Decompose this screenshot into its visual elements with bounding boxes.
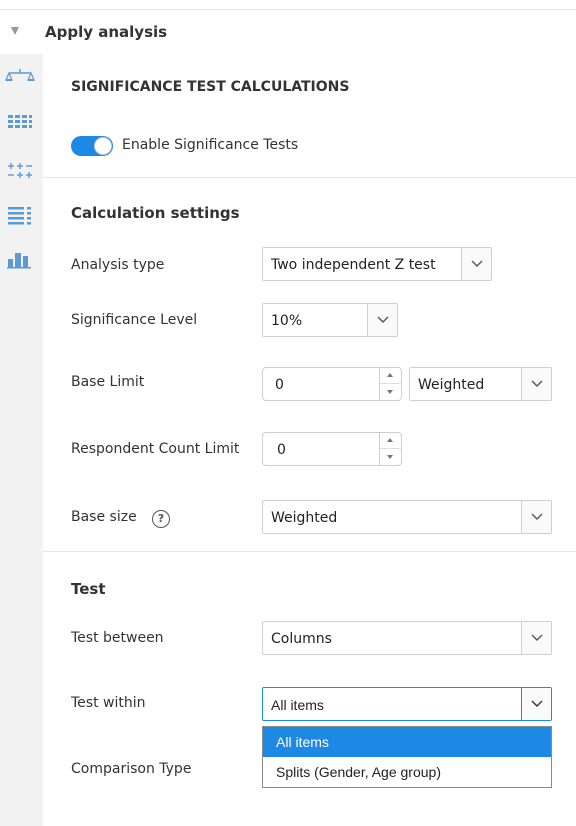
enable-significance-toggle[interactable] <box>71 136 113 156</box>
respondent-count-limit-value: 0 <box>277 442 286 458</box>
chevron-down-icon[interactable] <box>521 368 551 400</box>
test-within-select[interactable]: All items <box>262 687 552 721</box>
test-between-value: Columns <box>271 631 332 647</box>
test-within-value: All items <box>271 697 324 713</box>
comparison-type-label: Comparison Type <box>71 761 192 777</box>
significance-level-label: Significance Level <box>71 312 198 328</box>
significance-level-select[interactable]: 10% <box>262 303 398 337</box>
analysis-type-label: Analysis type <box>71 257 165 273</box>
collapse-caret-icon[interactable] <box>11 27 19 35</box>
base-size-select[interactable]: Weighted <box>262 500 552 534</box>
test-between-label: Test between <box>71 630 164 646</box>
section-title: SIGNIFICANCE TEST CALCULATIONS <box>71 79 350 95</box>
list-icon[interactable] <box>5 204 35 226</box>
significance-panel: SIGNIFICANCE TEST CALCULATIONS Enable Si… <box>43 54 576 826</box>
base-limit-value: 0 <box>275 377 284 393</box>
test-within-label: Test within <box>71 695 146 711</box>
bar-chart-icon[interactable] <box>5 248 35 270</box>
chevron-down-icon[interactable] <box>461 248 491 280</box>
option-label: All items <box>276 734 329 750</box>
toggle-knob <box>94 137 112 155</box>
analysis-type-value: Two independent Z test <box>271 257 436 273</box>
base-limit-weight-select[interactable]: Weighted <box>409 367 552 401</box>
stepper-arrows <box>379 433 401 465</box>
stepper-down-icon[interactable] <box>380 384 401 400</box>
calculation-settings-title: Calculation settings <box>71 204 240 222</box>
help-icon[interactable]: ? <box>152 510 170 528</box>
analysis-type-select[interactable]: Two independent Z test <box>262 247 492 281</box>
base-size-label: Base size <box>71 509 137 525</box>
significance-level-value: 10% <box>271 313 303 329</box>
base-limit-weight-value: Weighted <box>418 377 485 393</box>
plus-minus-icon[interactable] <box>5 160 35 182</box>
divider <box>43 551 576 552</box>
stepper-up-icon[interactable] <box>380 368 401 384</box>
chevron-down-icon[interactable] <box>521 501 551 533</box>
respondent-count-limit-label: Respondent Count Limit <box>71 441 240 457</box>
dropdown-option-all-items[interactable]: All items <box>263 727 551 757</box>
chevron-down-icon[interactable] <box>367 304 397 336</box>
toggle-label: Enable Significance Tests <box>122 137 299 153</box>
stepper-down-icon[interactable] <box>380 449 401 465</box>
grid-table-icon[interactable] <box>5 112 35 134</box>
base-size-value: Weighted <box>271 510 338 526</box>
apply-analysis-header[interactable]: Apply analysis <box>0 10 576 54</box>
stepper-up-icon[interactable] <box>380 433 401 449</box>
base-limit-label: Base Limit <box>71 374 145 390</box>
dropdown-option-splits[interactable]: Splits (Gender, Age group) <box>263 757 551 787</box>
scale-icon[interactable] <box>5 66 35 88</box>
chevron-down-icon[interactable] <box>521 688 551 720</box>
test-between-select[interactable]: Columns <box>262 621 552 655</box>
divider <box>43 177 576 178</box>
stepper-arrows <box>379 368 401 400</box>
base-limit-stepper[interactable]: 0 <box>262 367 402 401</box>
option-label: Splits (Gender, Age group) <box>276 764 441 780</box>
respondent-count-limit-stepper[interactable]: 0 <box>262 432 402 466</box>
test-section-title: Test <box>71 580 106 598</box>
header-title: Apply analysis <box>45 23 168 41</box>
chevron-down-icon[interactable] <box>521 622 551 654</box>
icon-rail <box>0 54 43 826</box>
test-within-dropdown: All items Splits (Gender, Age group) <box>262 726 552 788</box>
